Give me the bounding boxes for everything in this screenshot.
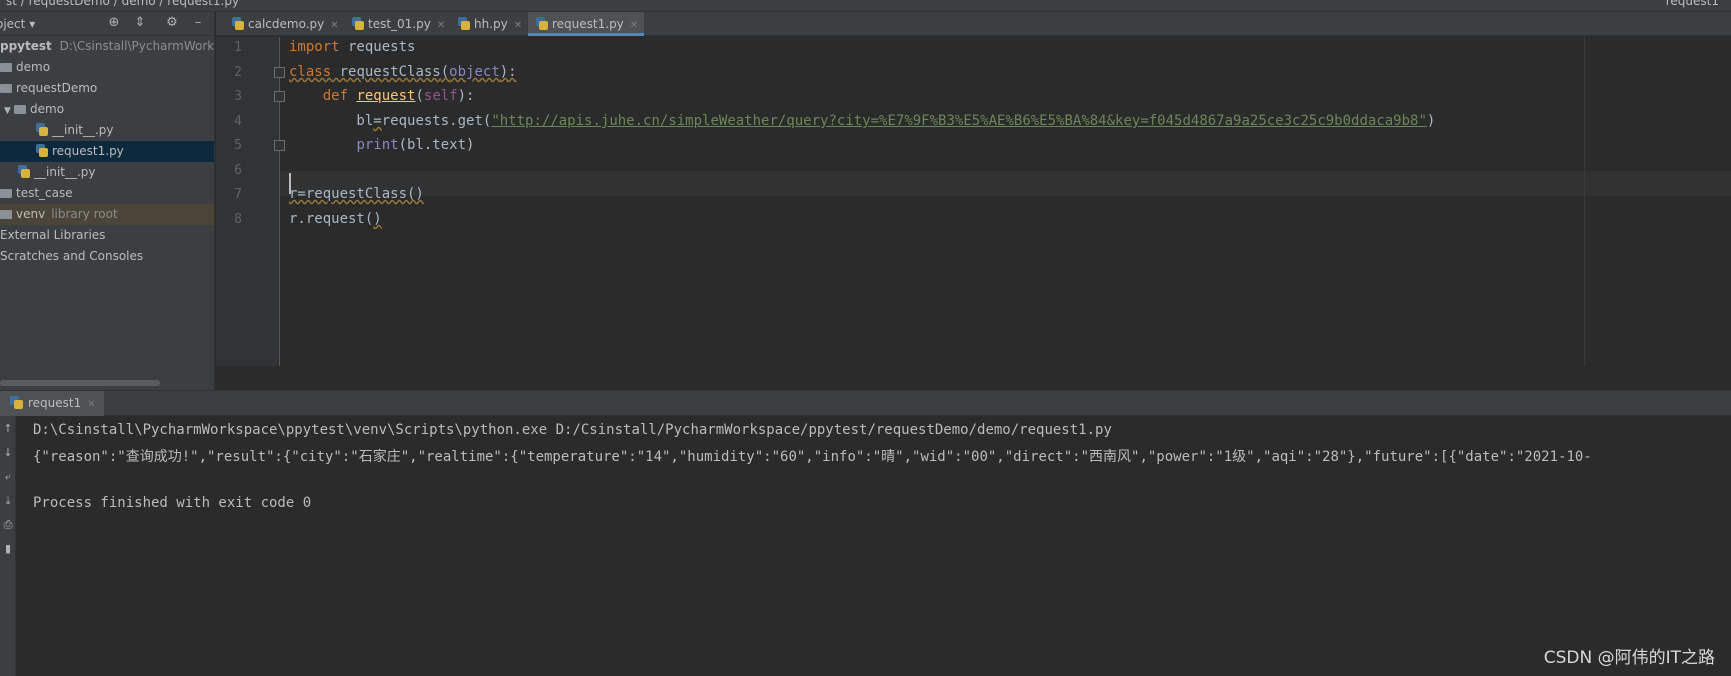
code-line-4: bl=requests.get("http://apis.juhe.cn/sim… — [289, 113, 1436, 129]
code-editor[interactable]: 1 2 3 4 5 6 7 8 import requests class re… — [216, 37, 1731, 366]
breadcrumb[interactable]: st / requestDemo / demo / request1.py — [6, 0, 239, 8]
folder-icon — [0, 189, 12, 198]
console-line-command: D:\Csinstall\PycharmWorkspace\ppytest\ve… — [33, 422, 1112, 438]
python-file-icon — [536, 17, 548, 30]
console-line-response: {"reason":"查询成功!","result":{"city":"石家庄"… — [33, 449, 1592, 465]
tree-item-init-inner[interactable]: __init__.py — [0, 120, 214, 141]
scroll-to-end-icon[interactable]: ⤓ — [2, 494, 14, 508]
python-file-icon — [36, 144, 48, 157]
tab-run-request1[interactable]: request1 ✕ — [0, 391, 104, 416]
close-icon[interactable]: ✕ — [514, 20, 522, 31]
expand-arrow-icon[interactable]: ▼ — [4, 101, 14, 122]
navigation-bar: st / requestDemo / demo / request1.py re… — [0, 0, 1731, 12]
close-icon[interactable]: ✕ — [87, 399, 95, 410]
locate-icon[interactable]: ⊕ — [106, 15, 122, 31]
python-file-icon — [352, 17, 364, 30]
line-number: 6 — [234, 163, 242, 178]
line-number: 8 — [234, 212, 242, 227]
gear-icon[interactable]: ⚙ — [164, 15, 180, 31]
tree-item-requestdemo[interactable]: requestDemo — [0, 78, 214, 99]
tree-item-demo-top[interactable]: demo — [0, 57, 214, 78]
run-panel-header: request1 ✕ — [0, 390, 1731, 416]
folder-icon — [0, 84, 12, 93]
python-run-icon — [10, 396, 23, 409]
tree-item-init-outer[interactable]: __init__.py — [0, 162, 214, 183]
tree-item-scratches[interactable]: Scratches and Consoles — [0, 246, 214, 267]
tree-item-external-libraries[interactable]: External Libraries — [0, 225, 214, 246]
code-line-2: class requestClass(object): — [289, 64, 517, 80]
line-number: 4 — [234, 114, 242, 129]
tab-test-01[interactable]: test_01.py ✕ — [344, 12, 445, 36]
python-file-icon — [36, 123, 48, 136]
tab-calcdemo[interactable]: calcdemo.py ✕ — [224, 12, 339, 36]
fold-marker-icon[interactable] — [274, 67, 285, 78]
project-panel: oject ▾ ⊕ ⇕ ⚙ – ppytest D:\Csinstall\Pyc… — [0, 12, 215, 390]
code-line-8: r.request() — [289, 211, 382, 227]
run-toolbar: ↑ ↓ ⤶ ⤓ ⎙ ▮ — [0, 416, 16, 676]
code-line-5: print(bl.text) — [356, 137, 475, 153]
tree-item-test-case[interactable]: test_case — [0, 183, 214, 204]
python-file-icon — [18, 165, 30, 178]
close-icon[interactable]: ✕ — [437, 20, 445, 31]
line-number: 5 — [234, 138, 242, 153]
line-number: 2 — [234, 65, 242, 80]
folder-icon — [0, 63, 12, 72]
right-margin-guide — [1584, 37, 1585, 366]
print-icon[interactable]: ⎙ — [2, 518, 14, 532]
soft-wrap-icon[interactable]: ⤶ — [2, 470, 14, 484]
python-file-icon — [232, 17, 244, 30]
tab-hh[interactable]: hh.py ✕ — [450, 12, 522, 36]
line-number-gutter: 1 2 3 4 5 6 7 8 — [216, 37, 285, 366]
run-configuration-selector[interactable]: request1 — [1666, 0, 1719, 8]
fold-marker-icon[interactable] — [274, 140, 285, 151]
close-icon[interactable]: ✕ — [330, 20, 338, 31]
project-panel-header: oject ▾ ⊕ ⇕ ⚙ – — [0, 12, 214, 36]
current-line-highlight — [280, 171, 1731, 196]
hide-panel-icon[interactable]: – — [190, 15, 206, 31]
folder-icon — [14, 105, 26, 114]
code-line-3: def request(self): — [322, 88, 475, 104]
watermark: CSDN @阿伟的IT之路 — [1543, 648, 1715, 668]
code-line-7: r=requestClass() — [289, 186, 424, 202]
up-arrow-icon[interactable]: ↑ — [2, 422, 14, 436]
project-view-selector[interactable]: oject ▾ — [0, 17, 35, 31]
console-output[interactable]: D:\Csinstall\PycharmWorkspace\ppytest\ve… — [16, 416, 1731, 676]
tab-request1[interactable]: request1.py ✕ — [528, 12, 644, 36]
tree-item-demo[interactable]: ▼ demo — [0, 99, 214, 122]
tree-item-root[interactable]: ppytest D:\Csinstall\PycharmWorkspa — [0, 36, 214, 57]
folder-icon — [0, 210, 12, 219]
collapse-all-icon[interactable]: ⇕ — [132, 15, 148, 31]
trash-icon[interactable]: ▮ — [2, 542, 14, 556]
line-number: 3 — [234, 89, 242, 104]
horizontal-scrollbar[interactable] — [0, 380, 160, 386]
down-arrow-icon[interactable]: ↓ — [2, 446, 14, 460]
close-icon[interactable]: ✕ — [630, 20, 638, 31]
editor-tab-bar: calcdemo.py ✕ test_01.py ✕ hh.py ✕ request1… — [216, 12, 1731, 36]
code-line-1: import requests — [289, 39, 416, 55]
fold-marker-icon[interactable] — [274, 91, 285, 102]
console-line-exit: Process finished with exit code 0 — [33, 495, 312, 511]
line-number: 7 — [234, 187, 242, 202]
tree-item-request1[interactable]: request1.py — [0, 141, 214, 162]
python-file-icon — [458, 17, 470, 30]
line-number: 1 — [234, 40, 242, 55]
tree-item-venv[interactable]: venv library root — [0, 204, 214, 225]
